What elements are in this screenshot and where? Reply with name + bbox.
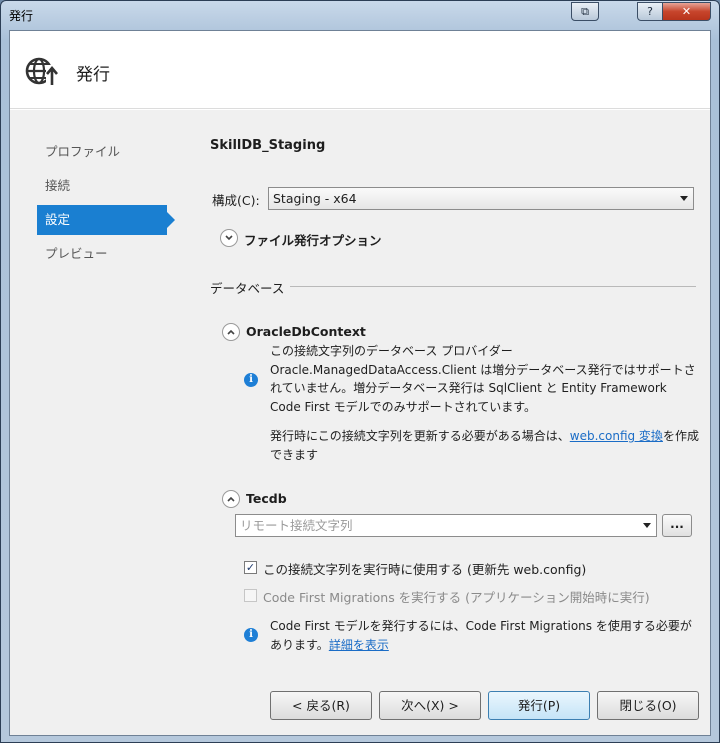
publish-button[interactable]: 発行(P) <box>488 691 590 720</box>
file-options-label[interactable]: ファイル発行オプション <box>244 230 382 249</box>
tecdb-expander[interactable] <box>222 490 240 508</box>
config-label: 構成(C): <box>212 193 260 208</box>
prev-button[interactable]: < 戻る(R) <box>270 691 372 720</box>
window-title: 発行 <box>9 9 34 23</box>
run-migrations-checkbox[interactable] <box>244 589 257 602</box>
remote-placeholder: リモート接続文字列 <box>240 518 353 533</box>
database-section-label: データベース <box>210 281 285 296</box>
info-icon: i <box>244 373 258 387</box>
use-at-runtime-checkbox[interactable]: ✓ <box>244 561 257 574</box>
oracle-expander[interactable] <box>222 323 240 341</box>
browse-button[interactable]: ... <box>662 514 692 537</box>
migrations-info-text: Code First モデルを発行するには、Code First Migrati… <box>270 617 700 654</box>
oracle-update-text: 発行時にこの接続文字列を更新する必要がある場合は、web.config 変換を作… <box>270 427 700 464</box>
close-icon: ✕ <box>681 5 692 18</box>
nav-active-arrow <box>167 212 175 228</box>
body-area: プロファイル 接続 設定 プレビュー SkillDB_Staging 構成(C)… <box>10 110 710 735</box>
settings-panel: SkillDB_Staging 構成(C): Staging - x64 ファイ… <box>210 110 700 735</box>
chevron-down-icon <box>225 235 233 241</box>
nav-item-label: プロファイル <box>45 144 121 159</box>
config-select[interactable]: Staging - x64 <box>268 187 694 210</box>
wizard-nav: プロファイル 接続 設定 プレビュー <box>10 110 190 735</box>
header-title: 発行 <box>76 65 110 85</box>
nav-item-label: 接続 <box>45 178 71 193</box>
run-migrations-label[interactable]: Code First Migrations を実行する (アプリケーション開始時… <box>263 587 650 606</box>
chevron-up-icon <box>227 329 235 335</box>
close-button[interactable]: 閉じる(O) <box>597 691 699 720</box>
chevron-down-icon <box>680 196 688 201</box>
oracle-context-name[interactable]: OracleDbContext <box>246 324 366 339</box>
nav-item-label: プレビュー <box>45 246 108 261</box>
section-divider <box>290 286 696 287</box>
close-window-button[interactable]: ✕ <box>662 2 711 21</box>
learn-more-link[interactable]: 詳細を表示 <box>329 638 389 652</box>
chevron-up-icon <box>227 496 235 502</box>
next-button[interactable]: 次へ(X) > <box>379 691 481 720</box>
nav-item-preview[interactable]: プレビュー <box>37 239 167 269</box>
help-button[interactable]: ? <box>637 2 663 21</box>
info-icon: i <box>244 628 258 642</box>
oracle-info-text: この接続文字列のデータベース プロバイダー Oracle.ManagedData… <box>270 344 696 414</box>
nav-item-label: 設定 <box>45 212 71 227</box>
title-bar[interactable]: 発行 ⧉ ? ✕ <box>1 1 719 29</box>
profile-name: SkillDB_Staging <box>210 138 326 153</box>
globe-publish-icon <box>25 57 58 87</box>
chevron-down-icon <box>643 523 651 528</box>
nav-item-profile[interactable]: プロファイル <box>37 137 167 167</box>
update-text-before: 発行時にこの接続文字列を更新する必要がある場合は、 <box>270 429 570 443</box>
web-config-transform-link[interactable]: web.config 変換 <box>570 429 663 443</box>
remote-connection-string-combo[interactable]: リモート接続文字列 <box>235 514 657 537</box>
checkmark-icon: ✓ <box>245 561 256 574</box>
tecdb-name[interactable]: Tecdb <box>246 491 287 506</box>
dialog-header: 発行 <box>10 31 710 109</box>
help-icon: ? <box>647 5 653 18</box>
publish-window: 発行 ⧉ ? ✕ 発行 プロファイル 接続 設定 プレビュー SkillDB_S… <box>0 0 720 743</box>
restore-icon: ⧉ <box>581 5 589 18</box>
file-options-expander[interactable] <box>220 229 238 247</box>
restore-button[interactable]: ⧉ <box>571 2 599 21</box>
dialog-client: 発行 プロファイル 接続 設定 プレビュー SkillDB_Staging 構成… <box>9 30 711 736</box>
use-at-runtime-label[interactable]: この接続文字列を実行時に使用する (更新先 web.config) <box>263 559 586 578</box>
nav-item-settings[interactable]: 設定 <box>37 205 167 235</box>
config-value: Staging - x64 <box>273 191 357 206</box>
nav-item-connection[interactable]: 接続 <box>37 171 167 201</box>
